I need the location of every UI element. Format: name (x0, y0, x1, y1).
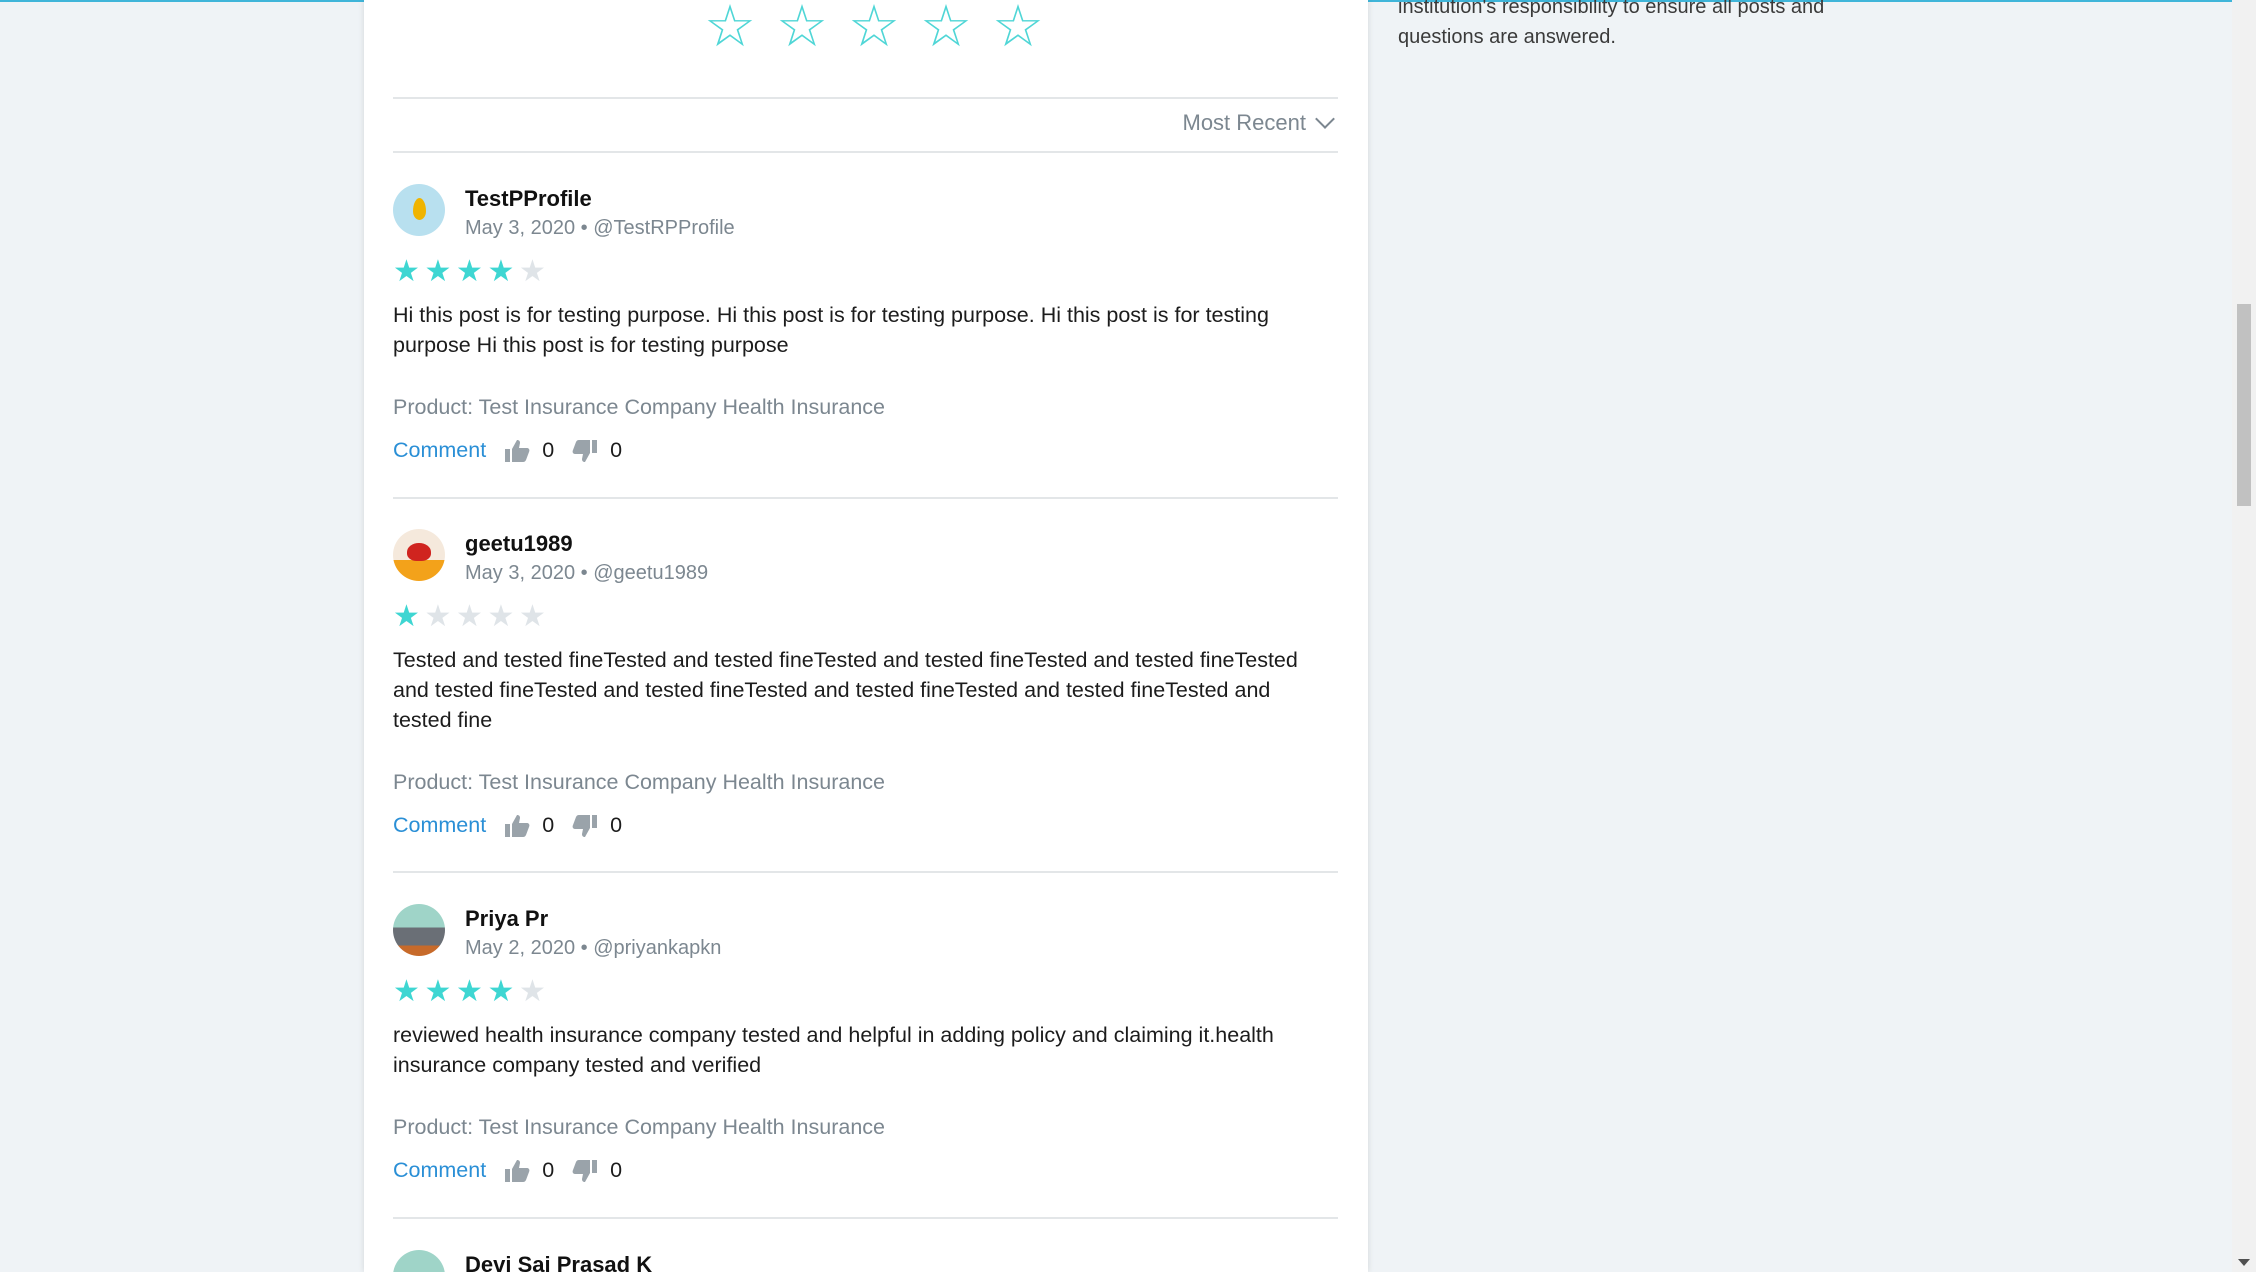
thumbs-up-icon (505, 439, 530, 462)
like-count: 0 (542, 438, 555, 462)
review-item: TestPProfile May 3, 2020 • @TestRPProfil… (393, 184, 1338, 494)
reviewer-handle[interactable]: @priyankapkn (593, 937, 721, 959)
meta-separator: • (580, 217, 588, 239)
divider (393, 97, 1338, 99)
chevron-down-icon (1315, 109, 1335, 129)
scrollbar-thumb[interactable] (2237, 304, 2251, 506)
crab-icon (407, 543, 431, 561)
star-filled-icon: ★ (487, 254, 515, 289)
reviewer-handle[interactable]: @geetu1989 (593, 562, 708, 584)
review-date: May 3, 2020 (465, 562, 576, 584)
rate-star-2-icon[interactable]: ☆ (766, 0, 838, 58)
avatar[interactable] (393, 1250, 445, 1272)
review-product: Product: Test Insurance Company Health I… (393, 1115, 885, 1139)
review-item: Devi Sai Prasad K (393, 1250, 1338, 1272)
like-button[interactable]: 0 (504, 1158, 554, 1183)
like-button[interactable]: 0 (504, 438, 554, 463)
star-filled-icon: ★ (456, 254, 483, 289)
rate-star-5-icon[interactable]: ☆ (982, 0, 1054, 58)
dislike-button[interactable]: 0 (572, 438, 622, 463)
divider (393, 151, 1338, 153)
review-date: May 3, 2020 (465, 217, 576, 239)
star-filled-icon: ★ (393, 974, 420, 1009)
sort-label: Most Recent (1182, 110, 1307, 135)
sidebar-note-line: institution's responsibility to ensure a… (1398, 0, 1825, 18)
review-item: geetu1989 May 3, 2020 • @geetu1989 ★ ★ ★ ★ ★… (393, 529, 1338, 859)
review-actions: Comment 0 0 (393, 813, 622, 838)
star-empty-icon: ★ (424, 599, 452, 634)
review-actions: Comment 0 0 (393, 1158, 622, 1183)
review-rating: ★ ★ ★ ★ ★ (393, 601, 551, 633)
star-empty-icon: ★ (519, 974, 546, 1009)
review-text: Tested and tested fineTested and tested … (393, 648, 1298, 732)
like-count: 0 (542, 1158, 555, 1182)
star-filled-icon: ★ (393, 254, 420, 289)
reviews-panel: ☆ ☆ ☆ ☆ ☆ Most Recent TestPProfile May 3… (364, 0, 1368, 1272)
review-item: Priya Pr May 2, 2020 • @priyankapkn ★ ★ ★ ★… (393, 904, 1338, 1214)
review-actions: Comment 0 0 (393, 438, 622, 463)
sidebar-note: institution's responsibility to ensure a… (1398, 0, 1878, 52)
review-text: Hi this post is for testing purpose. Hi … (393, 303, 1269, 357)
sort-dropdown[interactable]: Most Recent (1182, 109, 1335, 136)
review-rating: ★ ★ ★ ★ ★ (393, 256, 551, 288)
star-filled-icon: ★ (456, 974, 483, 1009)
review-rating: ★ ★ ★ ★ ★ (393, 976, 551, 1008)
review-meta: May 2, 2020 • @priyankapkn (465, 937, 721, 960)
comment-link[interactable]: Comment (393, 438, 486, 463)
star-filled-icon: ★ (487, 974, 515, 1009)
review-meta: May 3, 2020 • @TestRPProfile (465, 217, 735, 240)
star-empty-icon: ★ (519, 599, 546, 634)
review-product: Product: Test Insurance Company Health I… (393, 770, 885, 794)
star-empty-icon: ★ (487, 599, 515, 634)
avatar[interactable] (393, 184, 445, 236)
avatar[interactable] (393, 529, 445, 581)
reviewer-handle[interactable]: @TestRPProfile (593, 217, 734, 239)
reviewer-name[interactable]: geetu1989 (465, 531, 573, 557)
meta-separator: • (580, 562, 588, 584)
like-count: 0 (542, 813, 555, 837)
dislike-button[interactable]: 0 (572, 1158, 622, 1183)
sidebar-note-line: questions are answered. (1398, 26, 1616, 48)
review-date: May 2, 2020 (465, 937, 576, 959)
rate-stars-widget: ☆ ☆ ☆ ☆ ☆ (694, 0, 1054, 58)
divider (393, 871, 1338, 873)
rate-star-3-icon[interactable]: ☆ (838, 0, 910, 58)
avatar[interactable] (393, 904, 445, 956)
dislike-button[interactable]: 0 (572, 813, 622, 838)
star-filled-icon: ★ (424, 974, 452, 1009)
review-text: reviewed health insurance company tested… (393, 1023, 1274, 1077)
thumbs-up-icon (505, 1159, 530, 1182)
reviewer-name[interactable]: Priya Pr (465, 906, 548, 932)
star-filled-icon: ★ (393, 599, 420, 634)
star-empty-icon: ★ (456, 599, 483, 634)
dislike-count: 0 (610, 438, 623, 462)
star-empty-icon: ★ (519, 254, 546, 289)
divider (393, 1217, 1338, 1219)
divider (393, 497, 1338, 499)
review-meta: May 3, 2020 • @geetu1989 (465, 562, 708, 585)
comment-link[interactable]: Comment (393, 1158, 486, 1183)
drop-icon (413, 198, 426, 220)
star-filled-icon: ★ (424, 254, 452, 289)
thumbs-down-icon (572, 814, 598, 837)
comment-link[interactable]: Comment (393, 813, 486, 838)
thumbs-down-icon (572, 439, 598, 462)
page-scrollbar[interactable] (2232, 0, 2256, 1272)
rate-star-4-icon[interactable]: ☆ (910, 0, 982, 58)
reviewer-name[interactable]: Devi Sai Prasad K (465, 1252, 652, 1272)
rate-star-1-icon[interactable]: ☆ (694, 0, 766, 58)
dislike-count: 0 (610, 1158, 623, 1182)
reviewer-name[interactable]: TestPProfile (465, 186, 592, 212)
thumbs-down-icon (572, 1159, 598, 1182)
review-product: Product: Test Insurance Company Health I… (393, 395, 885, 419)
dislike-count: 0 (610, 813, 623, 837)
like-button[interactable]: 0 (504, 813, 554, 838)
thumbs-up-icon (505, 814, 530, 837)
scroll-down-arrow-icon[interactable] (2238, 1259, 2250, 1266)
meta-separator: • (580, 937, 588, 959)
